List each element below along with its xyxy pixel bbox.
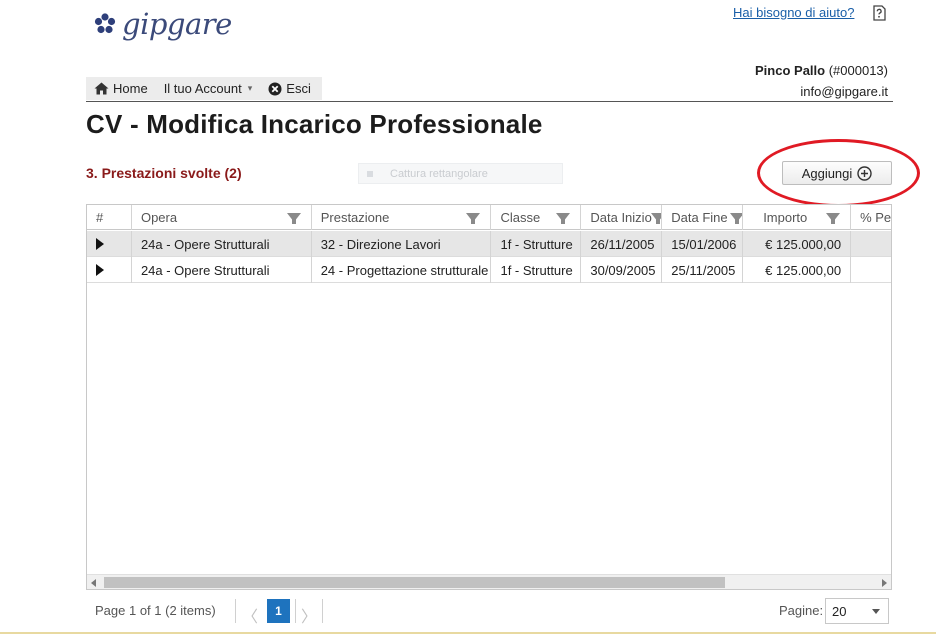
scroll-right-icon[interactable] [882,579,887,587]
horizontal-scrollbar[interactable] [87,574,891,589]
cell-data-inizio: 26/11/2005 [581,231,663,257]
col-header-data-inizio[interactable]: Data Inizio [581,205,663,230]
col-header-percentuale[interactable]: % Pe [851,205,891,230]
nav-home[interactable]: Home [94,81,148,96]
page-size-value: 20 [832,603,847,619]
close-circle-icon [268,82,282,95]
col-header-prestazione[interactable]: Prestazione [312,205,492,230]
user-code: (#000013) [828,63,888,78]
page-title: CV - Modifica Incarico Professionale [86,109,543,139]
filter-icon[interactable] [730,213,743,224]
cell-percentuale [851,231,891,257]
filter-icon[interactable] [466,213,481,224]
cell-classe: 1f - Strutture [491,231,582,257]
nav-home-label: Home [113,81,148,96]
page-size-label: Pagine: [779,603,824,618]
add-button[interactable]: Aggiungi [782,161,892,185]
col-header-opera[interactable]: Opera [132,205,312,230]
grid-header: # Opera Prestazione Classe Data Inizio D… [87,205,891,230]
filter-icon[interactable] [651,213,662,224]
cell-data-inizio: 30/09/2005 [581,257,663,283]
help-link[interactable]: Hai bisogno di aiuto? [733,5,854,20]
chevron-down-icon: ▾ [247,83,253,93]
pager-next-button[interactable]: 〉 [301,603,317,627]
cell-classe: 1f - Strutture [491,257,582,283]
nav-account[interactable]: Il tuo Account ▾ [164,81,253,96]
user-info: Pinco Pallo (#000013) [755,63,888,78]
cell-prestazione: 32 - Direzione Lavori [312,231,492,257]
scrollbar-thumb[interactable] [104,577,725,588]
col-header-index: # [87,205,132,230]
nav-logout-label: Esci [286,81,311,96]
expand-arrow-icon[interactable] [96,238,104,250]
capture-overlay-label: Cattura rettangolare [390,167,488,180]
cell-prestazione: 24 - Progettazione strutturale [312,257,492,283]
chevron-down-icon [872,609,880,614]
capture-square-icon [367,170,373,177]
pager-prev-button[interactable]: 〈 [242,603,258,627]
prestazioni-grid: # Opera Prestazione Classe Data Inizio D… [86,204,892,590]
help-question-icon[interactable] [871,4,887,22]
pager-divider [235,599,236,623]
home-icon [94,82,109,95]
logo: gipgare [92,4,232,44]
logo-text: gipgare [122,7,232,41]
table-row[interactable]: 24a - Opere Strutturali 32 - Direzione L… [87,231,891,257]
capture-overlay: Cattura rettangolare [358,163,563,184]
cell-opera: 24a - Opere Strutturali [132,257,312,283]
cell-importo: € 125.000,00 [743,257,852,283]
flower-logo-icon [94,13,116,34]
col-header-importo[interactable]: Importo [743,205,852,230]
cell-opera: 24a - Opere Strutturali [132,231,312,257]
nav-account-label: Il tuo Account [163,81,242,96]
expand-arrow-icon[interactable] [96,264,104,276]
cell-percentuale [851,257,891,283]
pager-page-1[interactable]: 1 [267,599,290,623]
cell-data-fine: 25/11/2005 [662,257,744,283]
cell-data-fine: 15/01/2006 [662,231,744,257]
top-nav: Home Il tuo Account ▾ Esci [86,77,322,100]
user-email: info@gipgare.it [800,84,888,99]
section-title: 3. Prestazioni svolte (2) [86,165,242,181]
filter-icon[interactable] [286,213,301,224]
pager-divider [295,599,296,623]
row-expand-cell[interactable] [87,231,132,257]
table-row[interactable]: 24a - Opere Strutturali 24 - Progettazio… [87,257,891,283]
nav-logout[interactable]: Esci [268,81,311,96]
scroll-left-icon[interactable] [91,579,96,587]
cell-importo: € 125.000,00 [743,231,852,257]
nav-divider [86,101,893,102]
user-name: Pinco Pallo [755,63,826,78]
add-button-label: Aggiungi [801,165,853,181]
col-header-data-fine[interactable]: Data Fine [662,205,744,230]
col-header-classe[interactable]: Classe [491,205,582,230]
plus-circle-icon [857,165,872,181]
filter-icon[interactable] [826,213,841,224]
filter-icon[interactable] [556,213,571,224]
pager-divider [322,599,323,623]
pager-info: Page 1 of 1 (2 items) [95,603,216,618]
row-expand-cell[interactable] [87,257,132,283]
page-size-select[interactable]: 20 [825,598,889,624]
